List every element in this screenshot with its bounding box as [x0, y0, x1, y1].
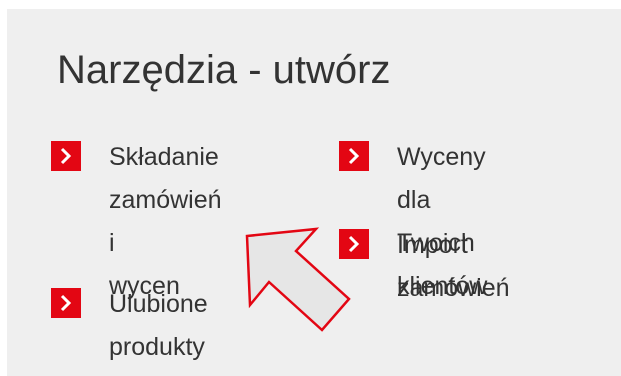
panel-title: Narzędzia - utwórz: [57, 48, 391, 92]
chevron-right-icon: [51, 141, 81, 171]
chevron-right-icon: [339, 141, 369, 171]
chevron-right-icon: [339, 229, 369, 259]
chevron-right-icon: [51, 288, 81, 318]
tool-label-ulubione: Ulubione produkty: [109, 290, 208, 361]
tool-label-import: Import zamówień: [397, 231, 510, 302]
